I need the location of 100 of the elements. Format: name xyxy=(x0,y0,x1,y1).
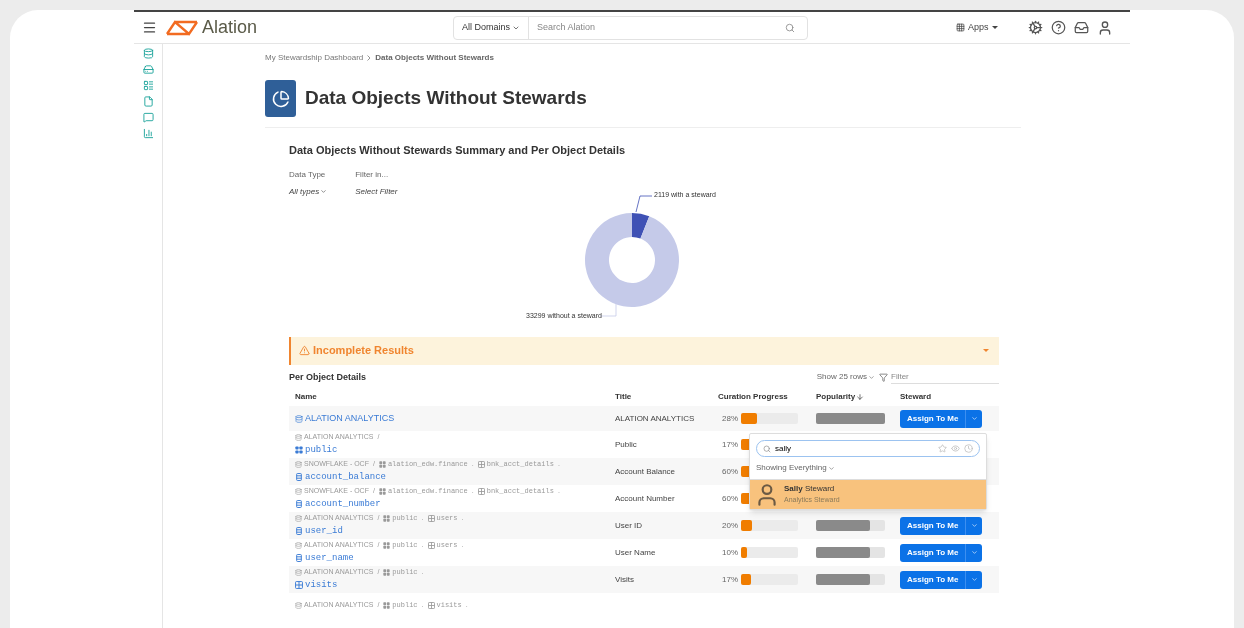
breadcrumb-item[interactable]: My Stewardship Dashboard xyxy=(265,52,364,64)
star-icon[interactable] xyxy=(938,444,947,453)
filter-field[interactable]: Filter xyxy=(891,370,999,384)
assign-dropdown-button[interactable] xyxy=(965,570,983,589)
drive-icon[interactable] xyxy=(142,64,154,75)
column-icon xyxy=(295,500,303,509)
filter-select[interactable]: All types xyxy=(289,185,328,198)
search-icon xyxy=(763,444,771,453)
column-header[interactable]: Popularity xyxy=(816,391,900,403)
assign-dropdown-button[interactable] xyxy=(965,409,983,428)
chart-icon[interactable] xyxy=(142,128,154,139)
schema-icon xyxy=(383,568,391,576)
progress-reading: 20% xyxy=(721,519,738,532)
object-link[interactable]: account_number xyxy=(295,497,615,511)
schema-icon xyxy=(383,514,391,522)
inbox-icon[interactable] xyxy=(1073,20,1089,35)
table-icon[interactable] xyxy=(142,80,154,91)
object-link[interactable]: user_name xyxy=(295,551,615,565)
assign-button[interactable]: Assign To Me xyxy=(900,516,966,535)
progress-reading: 28% xyxy=(721,412,738,425)
database-icon xyxy=(295,514,302,522)
object-link[interactable]: public xyxy=(295,443,615,457)
object-link[interactable]: account_balance xyxy=(295,470,615,484)
sort-icon xyxy=(856,393,865,401)
clock-icon[interactable] xyxy=(964,444,973,453)
table-icon xyxy=(427,602,435,609)
progress-reading: 17% xyxy=(721,438,738,451)
schema-icon xyxy=(383,541,391,549)
progress-reading: 17% xyxy=(721,573,738,586)
chevron-icon xyxy=(320,188,328,195)
grid-icon xyxy=(956,23,966,32)
database-icon xyxy=(295,541,302,549)
assign-button[interactable]: Assign To Me xyxy=(900,409,966,428)
chevron-icon xyxy=(868,373,875,381)
object-link[interactable]: visits xyxy=(295,578,615,592)
search-bar[interactable]: All Domains Search Alation xyxy=(453,15,809,40)
database-icon[interactable] xyxy=(142,48,154,59)
table-icon xyxy=(477,460,485,468)
rows-select[interactable]: Show 25 rows xyxy=(816,371,875,384)
page-icon xyxy=(265,80,296,117)
table-cell-text: Account Balance xyxy=(615,465,677,478)
column-header[interactable]: Curation Progress xyxy=(718,391,816,403)
logo-icon xyxy=(165,19,199,36)
help-icon[interactable] xyxy=(1050,20,1066,35)
table-icon xyxy=(427,514,435,522)
search-icon[interactable] xyxy=(785,22,796,33)
file-icon[interactable] xyxy=(142,96,154,107)
leader-line xyxy=(635,195,653,212)
scope-select[interactable]: Showing Everything xyxy=(756,462,835,474)
table-title: Per Object Details xyxy=(289,370,367,384)
column-header[interactable]: Title xyxy=(615,391,718,403)
database-icon xyxy=(295,414,303,423)
table-icon xyxy=(427,541,435,549)
schema-icon xyxy=(378,487,386,495)
table-cell-text: User ID xyxy=(615,519,644,532)
chevron-icon xyxy=(827,464,835,472)
assign-button[interactable]: Assign To Me xyxy=(900,543,966,562)
column-icon xyxy=(295,527,303,536)
column-header[interactable]: Name xyxy=(295,391,615,403)
progress-reading: 10% xyxy=(721,546,738,559)
chevron-right-icon xyxy=(367,55,372,61)
chat-icon[interactable] xyxy=(142,112,154,123)
logo-text: Alation xyxy=(202,16,258,39)
chevron-icon xyxy=(970,549,978,556)
column-icon xyxy=(295,554,303,563)
schema-icon xyxy=(378,460,386,468)
chevron-icon xyxy=(970,415,978,422)
progress-reading: 60% xyxy=(721,492,738,505)
assign-dropdown-button[interactable] xyxy=(965,516,983,535)
apps-menu[interactable]: Apps xyxy=(956,20,998,35)
table-icon xyxy=(477,487,485,495)
section-title: Data Objects Without Stewards Summary and Per Object Details xyxy=(289,143,627,158)
database-icon xyxy=(295,460,302,468)
filter-select[interactable]: Select Filter xyxy=(355,185,398,198)
chevron-icon xyxy=(970,576,978,583)
column-icon xyxy=(295,473,303,482)
filter-label: Filter in... xyxy=(355,168,390,181)
database-icon xyxy=(295,602,302,609)
breadcrumb-item: Data Objects Without Stewards xyxy=(375,52,494,64)
object-link[interactable]: ALATION ANALYTICS xyxy=(295,411,615,426)
object-link[interactable]: user_id xyxy=(295,524,615,538)
column-header[interactable]: Steward xyxy=(900,391,1005,403)
filter-label: Data Type xyxy=(289,168,327,181)
eye-icon[interactable] xyxy=(951,444,960,453)
page-title: Data Objects Without Stewards xyxy=(305,86,587,111)
table-cell-text: ALATION ANALYTICS xyxy=(615,412,696,425)
schema-icon xyxy=(383,602,391,609)
domain-select[interactable]: All Domains xyxy=(454,16,530,39)
database-icon xyxy=(295,487,302,495)
search-field[interactable]: Search Alation xyxy=(529,20,786,35)
assign-dropdown-button[interactable] xyxy=(965,543,983,562)
steward-search-input[interactable]: sally xyxy=(775,442,934,455)
progress-reading: 60% xyxy=(721,465,738,478)
database-icon xyxy=(295,433,302,441)
settings-icon[interactable] xyxy=(1027,20,1043,35)
chevron-icon xyxy=(970,522,978,529)
steward-name: Sally Steward xyxy=(784,483,836,496)
assign-button[interactable]: Assign To Me xyxy=(900,570,966,589)
menu-icon[interactable] xyxy=(142,20,157,35)
filter-icon xyxy=(879,372,888,382)
